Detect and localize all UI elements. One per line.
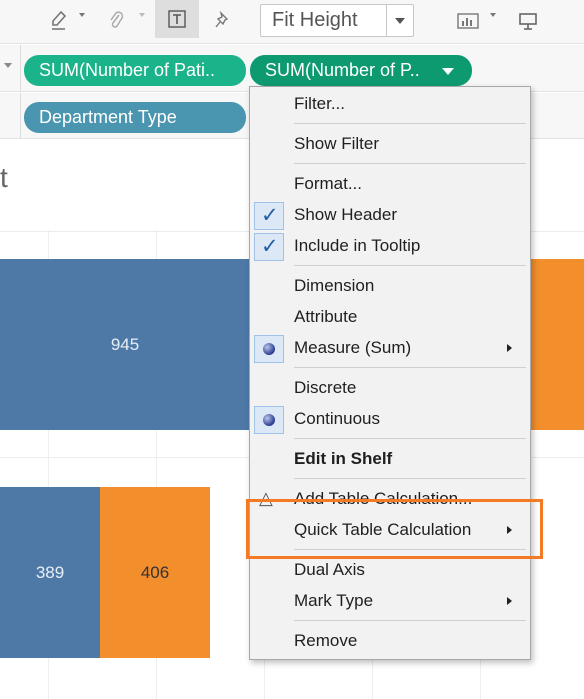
tableau-workspace: Fit Height SUM(Number of Pati.. SUM(Numb…	[0, 0, 584, 699]
menu-item-include-in-tooltip[interactable]: ✓ Include in Tooltip	[250, 233, 530, 262]
submenu-arrow-icon	[507, 597, 512, 605]
paperclip-icon[interactable]	[103, 6, 129, 36]
checkmark-icon: ✓	[254, 233, 284, 261]
bar-label: 945	[110, 334, 140, 354]
fit-dropdown[interactable]: Fit Height	[260, 4, 414, 37]
columns-shelf-caret[interactable]	[4, 63, 12, 68]
presentation-icon[interactable]	[515, 6, 541, 36]
menu-separator	[294, 265, 526, 266]
menu-separator	[294, 438, 526, 439]
pin-icon[interactable]	[210, 6, 236, 36]
menu-item-dual-axis[interactable]: Dual Axis	[250, 557, 530, 586]
menu-item-discrete[interactable]: Discrete	[250, 375, 530, 404]
menu-item-attribute[interactable]: Attribute	[250, 304, 530, 333]
menu-separator	[294, 478, 526, 479]
highlighter-icon[interactable]	[46, 6, 72, 36]
paperclip-dropdown-caret[interactable]	[139, 13, 145, 17]
columns-pill-2-label: SUM(Number of P..	[265, 60, 420, 80]
text-label-icon[interactable]	[155, 0, 199, 38]
radio-selected-icon	[254, 335, 284, 363]
menu-separator	[294, 367, 526, 368]
shelf-divider	[20, 93, 21, 138]
shelf-divider	[20, 45, 21, 91]
pill-dropdown-caret[interactable]	[442, 68, 454, 75]
menu-item-mark-type[interactable]: Mark Type	[250, 588, 530, 617]
fit-label: Fit Height	[272, 9, 358, 31]
menu-item-show-header[interactable]: ✓ Show Header	[250, 202, 530, 231]
menu-item-filter[interactable]: Filter...	[250, 91, 530, 120]
fit-dropdown-button[interactable]	[386, 5, 413, 36]
menu-item-format[interactable]: Format...	[250, 171, 530, 200]
menu-item-dimension[interactable]: Dimension	[250, 273, 530, 302]
menu-separator	[294, 163, 526, 164]
columns-shelf: SUM(Number of Pati.. SUM(Number of P..	[0, 45, 584, 92]
bar-row1-blue[interactable]: 945	[0, 259, 250, 430]
highlighter-dropdown-caret[interactable]	[79, 13, 85, 17]
bar-row1-orange[interactable]	[529, 259, 584, 430]
menu-item-edit-in-shelf[interactable]: Edit in Shelf	[250, 446, 530, 475]
bar-label: 406	[140, 562, 170, 582]
checkmark-icon: ✓	[254, 202, 284, 230]
menu-item-measure-sum[interactable]: Measure (Sum)	[250, 335, 530, 364]
show-me-icon[interactable]	[455, 6, 481, 36]
pill-context-menu: Filter... Show Filter Format... ✓ Show H…	[249, 86, 531, 660]
bar-row2-orange[interactable]: 406	[100, 487, 210, 658]
chevron-down-icon	[395, 18, 405, 24]
columns-pill-1[interactable]: SUM(Number of Pati..	[24, 55, 246, 86]
show-me-dropdown-caret[interactable]	[490, 13, 496, 17]
view-title: t	[0, 162, 8, 193]
toolbar: Fit Height	[0, 0, 584, 44]
rows-pill-department-type[interactable]: Department Type	[24, 102, 246, 133]
bar-label: 389	[35, 562, 65, 582]
menu-separator	[294, 620, 526, 621]
submenu-arrow-icon	[507, 344, 512, 352]
columns-pill-2[interactable]: SUM(Number of P..	[250, 55, 472, 86]
menu-item-continuous[interactable]: Continuous	[250, 406, 530, 435]
highlight-annotation-box	[246, 499, 543, 559]
menu-item-remove[interactable]: Remove	[250, 628, 530, 657]
bar-row2-blue[interactable]: 389	[0, 487, 100, 658]
menu-separator	[294, 123, 526, 124]
menu-item-show-filter[interactable]: Show Filter	[250, 131, 530, 160]
radio-selected-icon	[254, 406, 284, 434]
